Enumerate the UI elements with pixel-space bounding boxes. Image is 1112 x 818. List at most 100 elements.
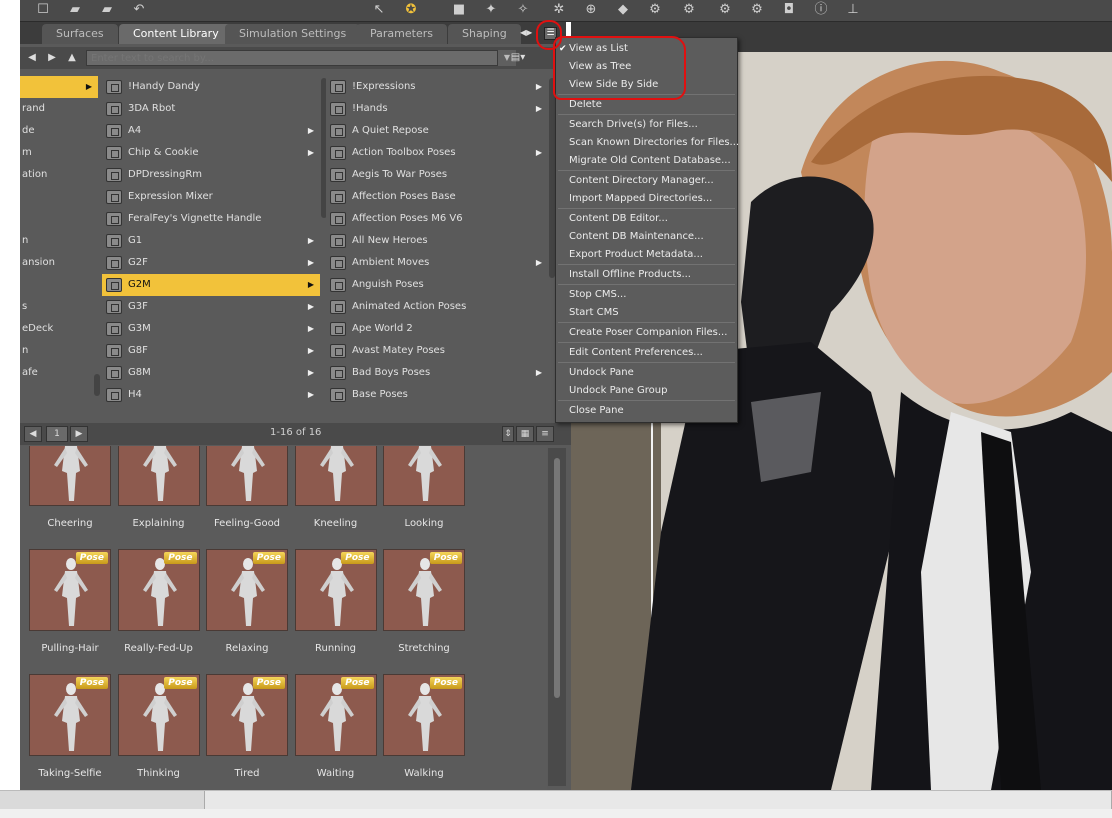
target-tool-icon[interactable]: ⊕ [582, 2, 600, 18]
category-item[interactable]: afe [20, 362, 98, 384]
menu-item[interactable]: Content Directory Manager... [556, 172, 737, 190]
asset-tile[interactable]: Pose Walking [383, 674, 465, 784]
asset-tile[interactable]: Pose Pulling-Hair [29, 549, 111, 659]
asset-tile[interactable]: Pose Running [294, 549, 377, 659]
menu-item[interactable]: Create Poser Companion Files... [556, 324, 737, 342]
category-item[interactable]: de [20, 120, 98, 142]
geometry-tool-icon[interactable]: ◆ [614, 2, 632, 18]
menu-item[interactable]: Scan Known Directories for Files... [556, 134, 739, 152]
menu-item[interactable]: Edit Content Preferences... [556, 344, 737, 362]
back-arrow-icon[interactable]: ◀ [24, 51, 40, 65]
render-tool-icon[interactable]: ◘ [780, 2, 798, 18]
category-item[interactable]: A4 ▶ [102, 120, 320, 142]
category-item[interactable]: Animated Action Poses [326, 296, 548, 318]
asset-tile[interactable]: Kneeling [294, 446, 377, 534]
asset-tile[interactable]: Pose Waiting [294, 674, 377, 784]
tab-scroll-arrows[interactable]: ◀▶ [520, 28, 532, 37]
save-folder-icon[interactable]: ▰ [98, 2, 116, 18]
asset-tile[interactable]: Pose Really-Fed-Up [117, 549, 200, 659]
grid-scrollbar[interactable] [548, 448, 566, 786]
bone-tool-icon[interactable]: ⚙ [716, 2, 734, 18]
menu-item[interactable]: Close Pane [556, 402, 737, 420]
asset-tile[interactable]: Pose Taking-Selfie [29, 674, 111, 784]
tab-simulation-settings[interactable]: Simulation Settings [225, 24, 361, 44]
category-item[interactable]: Affection Poses M6 V6 [326, 208, 548, 230]
category-item[interactable]: Anguish Poses [326, 274, 548, 296]
morph-tool-icon[interactable]: ⚙ [680, 2, 698, 18]
menu-item[interactable]: Migrate Old Content Database... [556, 152, 737, 170]
menu-item[interactable]: Start CMS [556, 304, 737, 322]
menu-item[interactable]: Content DB Editor... [556, 210, 737, 228]
surface-tool-icon[interactable]: ✲ [550, 2, 568, 18]
previous-page-button[interactable]: ◀ [24, 426, 42, 442]
category-item[interactable]: G3M ▶ [102, 318, 320, 340]
tab-shaping[interactable]: Shaping [448, 24, 521, 44]
timeline-slider[interactable] [205, 791, 1112, 809]
asset-tile[interactable]: Looking [383, 446, 465, 534]
category-item[interactable]: Ambient Moves ▶ [326, 252, 548, 274]
category-item[interactable]: Chip & Cookie ▶ [102, 142, 320, 164]
universal-tool-icon[interactable]: ✪ [402, 2, 420, 18]
menu-item[interactable]: Export Product Metadata... [556, 246, 737, 264]
node-tool-icon[interactable]: ✧ [514, 2, 532, 18]
menu-item[interactable]: Undock Pane Group [556, 382, 737, 400]
asset-tile[interactable]: Pose Relaxing [206, 549, 288, 659]
menu-item[interactable]: Stop CMS... [556, 286, 737, 304]
category-item[interactable]: H4 ▶ [102, 384, 320, 406]
category-item[interactable]: A Quiet Repose [326, 120, 548, 142]
asset-tile[interactable]: Cheering [29, 446, 111, 534]
category-item[interactable] [20, 274, 98, 296]
category-item[interactable]: Aegis To War Poses [326, 164, 548, 186]
category-item[interactable]: G2M ▶ [102, 274, 320, 296]
category-item[interactable]: G1 ▶ [102, 230, 320, 252]
up-arrow-icon[interactable]: ▲ [64, 51, 80, 65]
category-item[interactable]: ansion [20, 252, 98, 274]
left-column-scrollbar[interactable] [94, 374, 100, 396]
category-item[interactable]: DPDressingRm [102, 164, 320, 186]
category-item[interactable]: G8F ▶ [102, 340, 320, 362]
forward-arrow-icon[interactable]: ▶ [44, 51, 60, 65]
category-item[interactable]: FeralFey's Vignette Handle [102, 208, 320, 230]
category-item[interactable]: G3F ▶ [102, 296, 320, 318]
ruler-icon[interactable]: ⊥ [844, 2, 862, 18]
category-item[interactable]: eDeck [20, 318, 98, 340]
menu-item[interactable]: Search Drive(s) for Files... [556, 116, 737, 134]
asset-tile[interactable]: Pose Thinking [117, 674, 200, 784]
category-item[interactable]: n [20, 340, 98, 362]
asset-tile[interactable]: Feeling-Good [206, 446, 288, 534]
category-item[interactable]: !Hands ▶ [326, 98, 548, 120]
category-item[interactable]: All New Heroes [326, 230, 548, 252]
category-item[interactable]: G2F ▶ [102, 252, 320, 274]
asset-tile[interactable]: Explaining [117, 446, 200, 534]
joint-tool-icon[interactable]: ✦ [482, 2, 500, 18]
open-folder-icon[interactable]: ▰ [66, 2, 84, 18]
category-item[interactable] [20, 186, 98, 208]
tab-parameters[interactable]: Parameters [356, 24, 447, 44]
category-item[interactable]: 3DA Rbot [102, 98, 320, 120]
asset-tile[interactable]: Pose Stretching [383, 549, 465, 659]
category-item[interactable]: ation [20, 164, 98, 186]
category-item[interactable]: Bad Boys Poses ▶ [326, 362, 548, 384]
menu-item[interactable]: Import Mapped Directories... [556, 190, 737, 208]
size-stepper[interactable]: ⇕ [502, 426, 514, 442]
category-item[interactable]: G8M ▶ [102, 362, 320, 384]
info-icon[interactable]: ⓘ [812, 2, 830, 18]
category-item[interactable]: Avast Matey Poses [326, 340, 548, 362]
category-item[interactable]: rand [20, 98, 98, 120]
category-item[interactable]: Base Poses [326, 384, 548, 406]
next-page-button[interactable]: ▶ [70, 426, 88, 442]
search-input[interactable] [86, 50, 498, 66]
category-item[interactable]: ▶ [20, 76, 98, 98]
menu-item[interactable]: Content DB Maintenance... [556, 228, 737, 246]
tab-surfaces[interactable]: Surfaces [42, 24, 118, 44]
category-item[interactable] [20, 208, 98, 230]
category-item[interactable]: !Handy Dandy [102, 76, 320, 98]
page-number[interactable]: 1 [46, 426, 68, 442]
asset-tile[interactable]: Pose Tired [206, 674, 288, 784]
category-item[interactable]: m [20, 142, 98, 164]
undo-icon[interactable]: ↶ [130, 2, 148, 18]
weight-tool-icon[interactable]: ⚙ [748, 2, 766, 18]
category-item[interactable]: Ape World 2 [326, 318, 548, 340]
tab-content-library[interactable]: Content Library [119, 24, 233, 44]
category-item[interactable]: Expression Mixer [102, 186, 320, 208]
